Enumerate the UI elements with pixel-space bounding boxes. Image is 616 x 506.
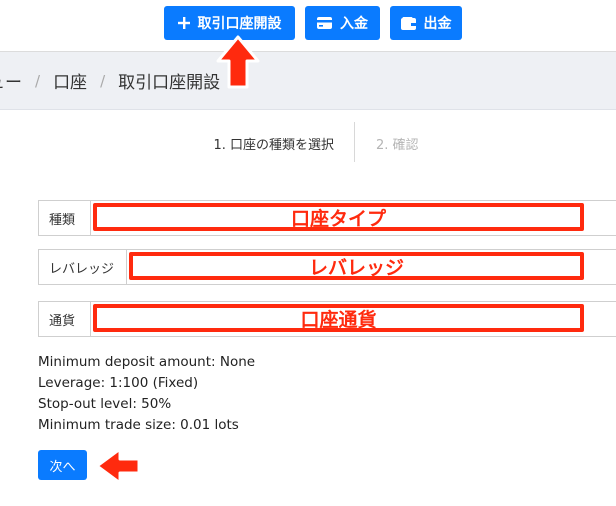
leverage-label: レバレッジ bbox=[38, 249, 127, 285]
min-deposit-text: Minimum deposit amount: None bbox=[38, 354, 256, 370]
breadcrumb-item-account[interactable]: 口座 bbox=[53, 68, 87, 93]
deposit-label: 入金 bbox=[340, 16, 368, 32]
credit-card-icon bbox=[317, 17, 332, 29]
currency-row: 通貨 口座通貨 bbox=[38, 301, 616, 337]
deposit-button[interactable]: 入金 bbox=[305, 6, 380, 40]
annotation-arrow-left-icon bbox=[94, 446, 142, 490]
account-type-label: 種類 bbox=[38, 200, 91, 236]
top-toolbar: 取引口座開設 入金 出金 bbox=[0, 0, 616, 52]
plus-icon bbox=[177, 17, 190, 29]
breadcrumb: ュー / 口座 / 取引口座開設 bbox=[0, 52, 616, 110]
step-indicator: 1. 口座の種類を選択 2. 確認 bbox=[0, 122, 616, 162]
account-type-annotation: 口座タイプ bbox=[93, 203, 584, 231]
min-trade-text: Minimum trade size: 0.01 lots bbox=[38, 417, 239, 433]
currency-annotation: 口座通貨 bbox=[93, 304, 584, 332]
leverage-annotation: レバレッジ bbox=[129, 252, 584, 280]
next-button[interactable]: 次へ bbox=[38, 450, 87, 480]
account-info: Minimum deposit amount: None Leverage: 1… bbox=[38, 352, 255, 436]
leverage-text: Leverage: 1:100 (Fixed) bbox=[38, 375, 199, 391]
open-account-label: 取引口座開設 bbox=[197, 16, 282, 32]
withdraw-label: 出金 bbox=[423, 16, 452, 32]
step-divider bbox=[354, 122, 355, 162]
leverage-select[interactable]: レバレッジ bbox=[127, 249, 616, 285]
account-type-row: 種類 口座タイプ bbox=[38, 200, 616, 236]
currency-select[interactable]: 口座通貨 bbox=[91, 301, 616, 337]
step-2-label: 2. 確認 bbox=[376, 138, 419, 153]
wallet-icon bbox=[400, 16, 416, 30]
annotation-arrow-up-icon bbox=[216, 34, 260, 94]
currency-label: 通貨 bbox=[38, 301, 91, 337]
breadcrumb-separator: / bbox=[100, 71, 106, 90]
account-type-select[interactable]: 口座タイプ bbox=[91, 200, 616, 236]
step-1-label: 1. 口座の種類を選択 bbox=[213, 138, 334, 153]
withdraw-button[interactable]: 出金 bbox=[390, 6, 462, 40]
breadcrumb-item-open-account: 取引口座開設 bbox=[118, 73, 221, 93]
stop-out-text: Stop-out level: 50% bbox=[38, 396, 172, 412]
leverage-row: レバレッジ レバレッジ bbox=[38, 249, 616, 285]
breadcrumb-item-menu[interactable]: ュー bbox=[0, 68, 22, 93]
breadcrumb-separator: / bbox=[35, 71, 41, 90]
